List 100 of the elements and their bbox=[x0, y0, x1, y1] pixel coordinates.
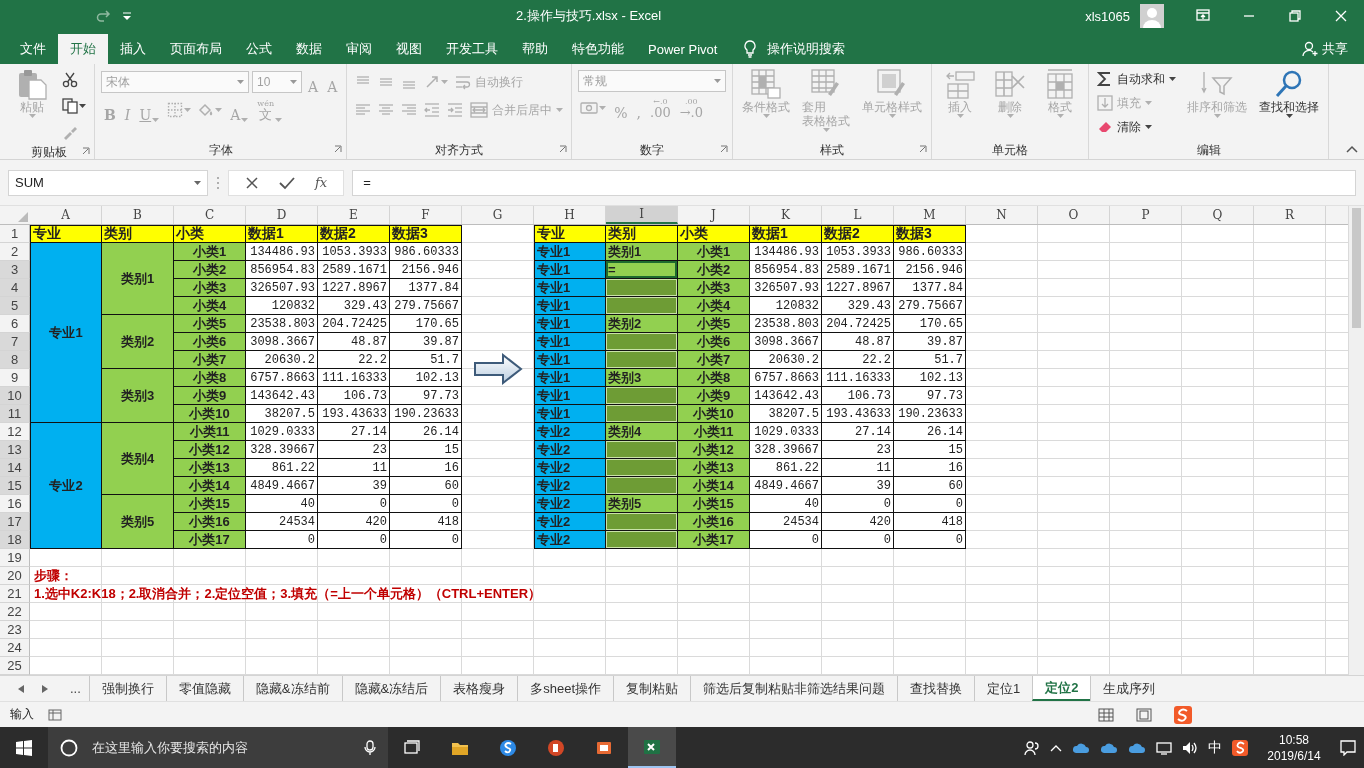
clock-date[interactable]: 2019/6/14 bbox=[1267, 747, 1321, 764]
row-header[interactable]: 17 bbox=[0, 513, 30, 531]
row-header[interactable]: 7 bbox=[0, 333, 30, 351]
dialog-launcher-icon[interactable] bbox=[720, 145, 729, 153]
scrollbar[interactable] bbox=[1348, 206, 1364, 675]
task-view-icon[interactable] bbox=[403, 738, 421, 757]
dialog-launcher-icon[interactable] bbox=[919, 145, 928, 153]
next-sheet-icon[interactable] bbox=[42, 684, 48, 693]
macro-record-icon[interactable] bbox=[48, 708, 62, 721]
tell-me-search[interactable]: 操作说明搜索 bbox=[767, 40, 846, 58]
close-icon[interactable] bbox=[1333, 8, 1349, 24]
search-box[interactable]: 在这里输入你要搜索的内容 bbox=[48, 727, 388, 768]
row-header[interactable]: 1 bbox=[0, 225, 30, 243]
name-box[interactable]: SUM bbox=[8, 169, 208, 196]
column-header[interactable]: M bbox=[894, 206, 966, 224]
ribbon-tab[interactable]: 公式 bbox=[234, 34, 284, 64]
spreadsheet-app-icon[interactable] bbox=[643, 737, 661, 756]
row-header[interactable]: 9 bbox=[0, 369, 30, 387]
scissors-icon[interactable] bbox=[62, 72, 78, 88]
ribbon-button[interactable]: 清除 bbox=[1095, 116, 1155, 138]
row-header[interactable]: 20 bbox=[0, 567, 30, 585]
customize-icon[interactable] bbox=[122, 11, 132, 21]
column-header[interactable]: K bbox=[750, 206, 822, 224]
input-method-indicator[interactable]: 中 bbox=[1208, 738, 1222, 757]
ribbon-tab[interactable]: 特色功能 bbox=[560, 34, 636, 64]
ribbon-tab[interactable]: 审阅 bbox=[334, 34, 384, 64]
volume-icon[interactable] bbox=[1182, 740, 1198, 755]
search-circle-icon[interactable] bbox=[60, 738, 78, 757]
formula-field[interactable]: = bbox=[352, 169, 1356, 196]
row-header[interactable]: 25 bbox=[0, 657, 30, 675]
share-button[interactable]: 共享 bbox=[1322, 40, 1348, 58]
column-header[interactable]: N bbox=[966, 206, 1038, 224]
row-header[interactable]: 5 bbox=[0, 297, 30, 315]
row-header[interactable]: 18 bbox=[0, 531, 30, 549]
column-header[interactable]: G bbox=[462, 206, 534, 224]
check-icon[interactable] bbox=[279, 175, 295, 190]
row-header[interactable]: 6 bbox=[0, 315, 30, 333]
row-header[interactable]: 14 bbox=[0, 459, 30, 477]
column-header[interactable]: A bbox=[30, 206, 102, 224]
row-header[interactable]: 10 bbox=[0, 387, 30, 405]
normal-view-icon[interactable] bbox=[1098, 707, 1114, 722]
row-header[interactable]: 22 bbox=[0, 603, 30, 621]
copy-icon[interactable] bbox=[62, 98, 78, 114]
presentation-app-icon[interactable] bbox=[547, 738, 565, 757]
search-field[interactable]: 在这里输入你要搜索的内容 bbox=[90, 739, 352, 756]
row-header[interactable]: 19 bbox=[0, 549, 30, 567]
column-header[interactable]: F bbox=[390, 206, 462, 224]
prev-sheet-icon[interactable] bbox=[18, 684, 24, 693]
collapse-icon[interactable] bbox=[1346, 145, 1358, 153]
row-header[interactable]: 12 bbox=[0, 423, 30, 441]
column-header[interactable]: L bbox=[822, 206, 894, 224]
row-header[interactable]: 8 bbox=[0, 351, 30, 369]
column-header[interactable]: P bbox=[1110, 206, 1182, 224]
column-header[interactable]: B bbox=[102, 206, 174, 224]
row-header[interactable]: 4 bbox=[0, 279, 30, 297]
people-icon[interactable] bbox=[1024, 739, 1040, 756]
lightbulb-icon[interactable] bbox=[743, 40, 758, 58]
row-header[interactable]: 3 bbox=[0, 261, 30, 279]
chevron-up-icon[interactable] bbox=[1050, 743, 1062, 752]
column-header[interactable]: E bbox=[318, 206, 390, 224]
row-header[interactable]: 13 bbox=[0, 441, 30, 459]
row-header[interactable]: 16 bbox=[0, 495, 30, 513]
row-header[interactable]: 24 bbox=[0, 639, 30, 657]
ribbon-button[interactable]: 自动求和 bbox=[1095, 68, 1179, 90]
ribbon-tab[interactable]: Power Pivot bbox=[636, 34, 730, 64]
sheet-tab[interactable]: 定位2 bbox=[1032, 676, 1091, 701]
row-header[interactable]: 15 bbox=[0, 477, 30, 495]
ribbon-tab[interactable]: 开始 bbox=[58, 34, 108, 64]
notification-icon[interactable] bbox=[1340, 739, 1356, 756]
column-header[interactable]: I bbox=[606, 206, 678, 224]
ribbon-tab[interactable]: 页面布局 bbox=[158, 34, 234, 64]
more-sheets-button[interactable]: ... bbox=[62, 676, 89, 701]
person-add-icon[interactable] bbox=[1302, 41, 1318, 57]
clock-time[interactable]: 10:58 bbox=[1279, 731, 1309, 748]
page-layout-icon[interactable] bbox=[1136, 707, 1152, 722]
column-header[interactable]: Q bbox=[1182, 206, 1254, 224]
network-icon[interactable] bbox=[1156, 740, 1172, 755]
close-icon[interactable] bbox=[245, 175, 259, 190]
ribbon-display-icon[interactable] bbox=[1195, 8, 1211, 24]
row-header[interactable]: 21 bbox=[0, 585, 30, 603]
row-header[interactable]: 11 bbox=[0, 405, 30, 423]
column-header[interactable]: R bbox=[1254, 206, 1326, 224]
dialog-launcher-icon[interactable] bbox=[334, 145, 343, 153]
windows-icon[interactable] bbox=[16, 739, 32, 756]
ime-logo-icon[interactable] bbox=[1232, 739, 1248, 756]
insert-function-button[interactable]: fx bbox=[315, 175, 328, 190]
redo-icon[interactable] bbox=[96, 8, 112, 24]
ribbon-button[interactable]: 查找和选择 bbox=[1256, 68, 1323, 118]
dialog-launcher-icon[interactable] bbox=[82, 147, 90, 155]
ribbon-tab[interactable]: 帮助 bbox=[510, 34, 560, 64]
ribbon-tab[interactable]: 开发工具 bbox=[434, 34, 510, 64]
ribbon-tab[interactable]: 插入 bbox=[108, 34, 158, 64]
column-header[interactable]: C bbox=[174, 206, 246, 224]
ribbon-tab[interactable]: 文件 bbox=[8, 34, 58, 64]
ribbon-tab[interactable]: 视图 bbox=[384, 34, 434, 64]
restore-icon[interactable] bbox=[1287, 8, 1303, 24]
browser-icon[interactable] bbox=[499, 738, 517, 757]
row-header[interactable]: 2 bbox=[0, 243, 30, 261]
column-header[interactable]: J bbox=[678, 206, 750, 224]
row-header[interactable]: 23 bbox=[0, 621, 30, 639]
